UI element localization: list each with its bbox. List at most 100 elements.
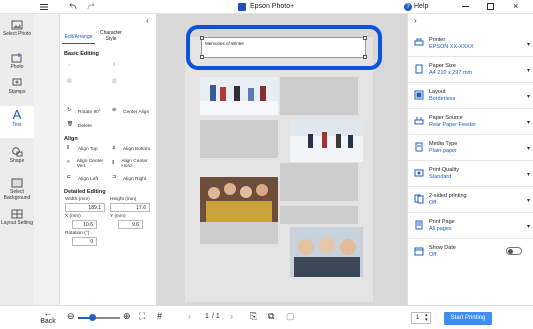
- rail-item-shape[interactable]: Shape: [0, 147, 34, 164]
- duplicate-page-icon[interactable]: ⧉: [268, 311, 274, 322]
- bottom-bar: ← Back ⊖ ⊕ ⛶ # ‹ 1 / 1 › ⎘ ⧉ ▢ 1 ▴ ▾ Star…: [0, 305, 533, 329]
- height-field[interactable]: 17.6: [110, 203, 150, 212]
- align-right-icon: ⊐: [112, 175, 117, 180]
- start-printing-button[interactable]: Start Printing: [444, 312, 492, 325]
- setting-2-sided-printing[interactable]: 2-sided printing Off ▾: [408, 187, 533, 213]
- align-center-horiz-icon: ⦀: [112, 161, 115, 166]
- rail-item-layout-setting[interactable]: Layout Setting: [0, 209, 34, 226]
- print-page: [185, 37, 373, 302]
- help-icon[interactable]: ?: [404, 3, 412, 11]
- zoom-in-icon[interactable]: ⊕: [123, 311, 131, 322]
- rail-item-photo[interactable]: Photo: [0, 53, 34, 70]
- setting-print-page[interactable]: Print Page All pages ▾: [408, 213, 533, 239]
- back-button[interactable]: ← Back: [38, 308, 58, 328]
- tab-edit-arrange[interactable]: Edit/Arrange: [62, 28, 95, 44]
- x-field[interactable]: 10.6: [72, 220, 97, 229]
- resize-handle[interactable]: [200, 55, 204, 59]
- setting-layout[interactable]: Layout Borderless ▾: [408, 83, 533, 109]
- grid-icon[interactable]: #: [157, 311, 162, 321]
- align-center-horiz-button[interactable]: ⦀ Align Center Horiz.: [112, 159, 154, 169]
- setting-label: Show Date: [429, 245, 456, 251]
- setting-value: Borderless: [429, 96, 456, 102]
- rail-item-stamps[interactable]: Stamps: [0, 78, 34, 95]
- photo-skiers[interactable]: [290, 120, 363, 162]
- center-align-icon: ⊕: [112, 108, 117, 113]
- menu-icon[interactable]: [40, 3, 48, 11]
- resize-handle[interactable]: [363, 55, 367, 59]
- photo-slot[interactable]: [280, 206, 358, 224]
- photo-group-indoor[interactable]: [200, 177, 278, 222]
- rail-label: Photo: [10, 64, 24, 70]
- move-forward-button[interactable]: ▤: [67, 79, 76, 87]
- align-center-vert-button[interactable]: ≡ Align Center Vert.: [67, 159, 109, 169]
- setting-media-type[interactable]: Media Type Plain paper ▾: [408, 135, 533, 161]
- zoom-slider-thumb[interactable]: [89, 314, 96, 321]
- maximize-button[interactable]: [487, 3, 494, 10]
- flip-vertical-button[interactable]: ⇕: [112, 63, 121, 71]
- setting-print-quality[interactable]: Print Quality Standard ▾: [408, 161, 533, 187]
- y-field[interactable]: 9.6: [118, 220, 143, 229]
- align-top-button[interactable]: ⫪ Align Top: [67, 145, 98, 153]
- stepper-arrows-icon[interactable]: ▴ ▾: [425, 313, 428, 323]
- layout-icon: [11, 209, 23, 219]
- setting-value: EPSON XX-XXXX: [429, 44, 474, 50]
- align-left-icon: ⊏: [67, 175, 72, 180]
- photo-family-snow[interactable]: [290, 227, 363, 277]
- align-right-button[interactable]: ⊐ Align Right: [112, 175, 146, 183]
- width-field[interactable]: 189.1: [65, 203, 105, 212]
- tab-character-style[interactable]: Character Style: [96, 28, 126, 44]
- rotate-90-label: Rotate 90°: [78, 109, 101, 115]
- setting-show-date: Show Date Off: [408, 239, 533, 265]
- align-left-button[interactable]: ⊏ Align Left: [67, 175, 98, 183]
- photo-slot[interactable]: [280, 163, 358, 201]
- align-right-label: Align Right: [123, 176, 147, 182]
- setting-printer[interactable]: Printer EPSON XX-XXXX ▾: [408, 31, 533, 57]
- align-bottom-button[interactable]: ⫫ Align Bottom: [112, 145, 150, 153]
- fit-page-icon[interactable]: ⛶: [139, 311, 145, 322]
- delete-page-icon[interactable]: ▢: [286, 311, 295, 322]
- minimize-button[interactable]: [462, 6, 469, 7]
- dropdown-icon: ▾: [526, 120, 530, 126]
- page-current: 1: [205, 313, 209, 320]
- setting-paper-source[interactable]: Paper Source Rear Paper Feeder ▾: [408, 109, 533, 135]
- delete-button[interactable]: 🗑 Delete: [67, 122, 92, 130]
- undo-icon[interactable]: [68, 3, 77, 11]
- photo-slot[interactable]: [280, 77, 358, 115]
- rotation-label: Rotation (°): [65, 231, 90, 236]
- rail-item-text[interactable]: A Text: [0, 106, 34, 138]
- prev-page-icon[interactable]: ‹: [188, 311, 191, 321]
- rail-item-select-background[interactable]: Select Background: [0, 178, 34, 201]
- text-box[interactable]: Memories of Winter: [200, 36, 367, 59]
- photo-winter-group[interactable]: [200, 77, 278, 115]
- dropdown-icon: ▾: [526, 42, 530, 48]
- background-icon: [11, 178, 23, 188]
- layer-backward-icon: ▥: [112, 79, 117, 84]
- next-page-icon[interactable]: ›: [230, 311, 233, 321]
- add-page-icon[interactable]: ⎘: [250, 311, 257, 322]
- redo-icon[interactable]: [87, 3, 96, 11]
- zoom-out-icon[interactable]: ⊖: [67, 311, 75, 322]
- rotation-field[interactable]: 0: [72, 237, 97, 246]
- zoom-slider[interactable]: [78, 314, 120, 321]
- setting-paper-size[interactable]: Paper Size A4 210 x 297 mm ▾: [408, 57, 533, 83]
- help-link[interactable]: Help: [414, 3, 428, 10]
- expand-panel-icon[interactable]: ›: [414, 16, 417, 25]
- x-label: X (mm): [65, 214, 81, 219]
- rotate-90-button[interactable]: ↻ Rotate 90°: [67, 108, 101, 116]
- photo-slot[interactable]: [200, 120, 278, 158]
- collapse-panel-icon[interactable]: ‹: [146, 16, 149, 25]
- setting-value: Standard: [429, 174, 452, 180]
- move-backward-button[interactable]: ▥: [112, 79, 121, 87]
- rail-label: Shape: [9, 158, 25, 164]
- flip-horizontal-button[interactable]: ⇔: [67, 63, 76, 71]
- center-align-button[interactable]: ⊕ Center Align: [112, 108, 149, 116]
- resize-handle[interactable]: [200, 36, 204, 40]
- show-date-toggle[interactable]: [506, 247, 522, 255]
- setting-value: A4 210 x 297 mm: [429, 70, 473, 76]
- align-bottom-label: Align Bottom: [123, 146, 151, 152]
- rail-item-select-photo[interactable]: Select Photo: [0, 20, 34, 37]
- title-bar: Epson Photo+ ? Help ×: [0, 0, 533, 14]
- copies-stepper[interactable]: 1 ▴ ▾: [411, 312, 431, 324]
- resize-handle[interactable]: [363, 36, 367, 40]
- close-button[interactable]: ×: [513, 2, 518, 11]
